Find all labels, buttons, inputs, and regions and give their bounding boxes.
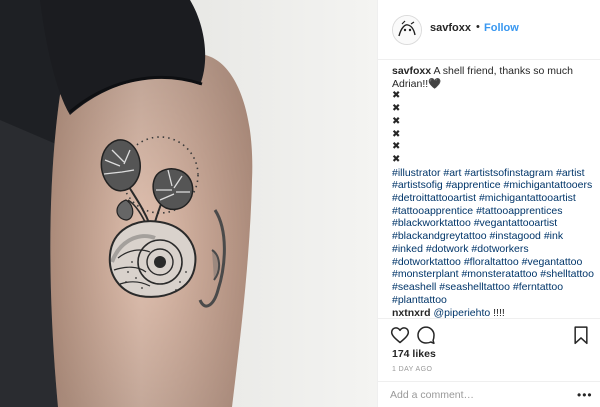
- hashtag-list: #illustrator #art #artistsofinstagram #a…: [392, 167, 594, 307]
- post-timestamp[interactable]: 1 DAY AGO: [392, 366, 432, 373]
- hashtag-link[interactable]: #dotworkers: [471, 243, 528, 255]
- caption-mark: ✖: [392, 141, 401, 153]
- tattoo-arm-photo: [0, 0, 377, 407]
- hashtag-link[interactable]: #michigantattooers: [504, 179, 593, 191]
- hashtag-link[interactable]: #apprentice: [446, 179, 501, 191]
- post-photo[interactable]: [0, 0, 377, 407]
- hashtag-link[interactable]: #artist: [556, 167, 585, 179]
- hashtag-link[interactable]: #seashell: [392, 281, 436, 293]
- caption-username[interactable]: savfoxx: [392, 65, 431, 77]
- header-username[interactable]: savfoxx: [430, 22, 471, 34]
- hashtag-link[interactable]: #artistsofig: [392, 179, 443, 191]
- likes-count[interactable]: 174 likes: [392, 348, 436, 360]
- hashtag-link[interactable]: #illustrator: [392, 167, 440, 179]
- caption-mark: ✖: [392, 153, 401, 165]
- hashtag-link[interactable]: #monsterplant: [392, 268, 459, 280]
- hashtag-link[interactable]: #seashelltattoo: [439, 281, 510, 293]
- more-options-icon[interactable]: •••: [577, 388, 593, 402]
- hashtag-link[interactable]: #blackworktattoo: [392, 217, 471, 229]
- hashtag-link[interactable]: #tattooapprentice: [392, 205, 473, 217]
- hashtag-link[interactable]: #ink: [544, 230, 563, 242]
- caption: savfoxx A shell friend, thanks so much A…: [392, 65, 594, 306]
- hashtag-link[interactable]: #blackandgreytattoo: [392, 230, 487, 242]
- hashtag-link[interactable]: #michigantattooartist: [479, 192, 576, 204]
- hashtag-link[interactable]: #detroittattooartist: [392, 192, 476, 204]
- hashtag-link[interactable]: #vegantattoo: [522, 256, 583, 268]
- hashtag-link[interactable]: #instagood: [490, 230, 541, 242]
- follow-button[interactable]: Follow: [484, 22, 519, 34]
- header-separator: •: [476, 21, 480, 33]
- caption-mark: ✖: [392, 90, 401, 102]
- caption-mark: ✖: [392, 128, 401, 140]
- hashtag-link[interactable]: #shelltattoo: [540, 268, 594, 280]
- avatar[interactable]: [392, 15, 422, 45]
- heart-outline-icon[interactable]: [390, 325, 410, 345]
- bookmark-icon[interactable]: [571, 325, 591, 345]
- action-bar: [378, 318, 600, 348]
- hashtag-link[interactable]: #planttattoo: [392, 294, 447, 306]
- hashtag-link[interactable]: #tattooapprentices: [476, 205, 562, 217]
- hashtag-link[interactable]: #floraltattoo: [464, 256, 519, 268]
- instagram-post: savfoxx • Follow savfoxx A shell friend,…: [0, 0, 600, 407]
- hashtag-link[interactable]: #ferntattoo: [513, 281, 563, 293]
- add-comment-input[interactable]: [390, 388, 570, 402]
- post-header: savfoxx • Follow: [378, 0, 600, 60]
- hashtag-link[interactable]: #artistsofinstagram: [464, 167, 553, 179]
- hashtag-link[interactable]: #dotworktattoo: [392, 256, 461, 268]
- caption-mark: ✖: [392, 115, 401, 127]
- avatar-illustration-icon: [393, 16, 421, 44]
- hashtag-link[interactable]: #art: [443, 167, 461, 179]
- hashtag-link[interactable]: #monsteratattoo: [461, 268, 537, 280]
- hashtag-link[interactable]: #dotwork: [426, 243, 469, 255]
- add-comment-bar: •••: [378, 381, 600, 407]
- hashtag-link[interactable]: #inked: [392, 243, 423, 255]
- speech-bubble-icon[interactable]: [416, 325, 436, 345]
- hashtag-link[interactable]: #vegantattooartist: [474, 217, 557, 229]
- caption-mark: ✖: [392, 103, 401, 115]
- post-sidebar: savfoxx • Follow savfoxx A shell friend,…: [377, 0, 600, 407]
